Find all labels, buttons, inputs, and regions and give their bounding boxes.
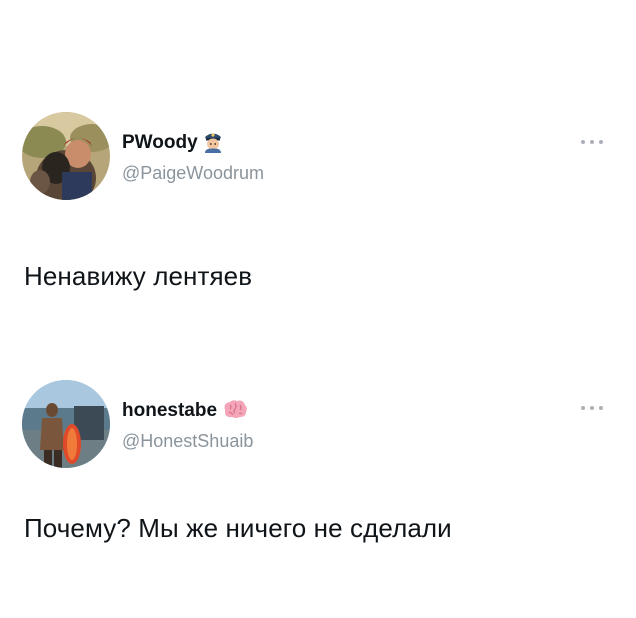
avatar[interactable] — [22, 112, 110, 200]
user-handle[interactable]: @PaigeWoodrum — [122, 163, 264, 184]
user-handle[interactable]: @HonestShuaib — [122, 431, 253, 452]
avatar[interactable] — [22, 380, 110, 468]
name-row: honestabe — [122, 398, 249, 424]
avatar-photo — [22, 112, 110, 200]
name-row: PWoody — [122, 130, 224, 156]
more-options-icon[interactable] — [581, 404, 603, 412]
tweet-text: Ненавижу лентяев — [24, 261, 253, 291]
brain-emoji-icon — [221, 398, 249, 425]
avatar-photo — [22, 380, 110, 468]
police-officer-emoji-icon — [202, 129, 224, 158]
tweet-text: Почему? Мы же ничего не сделали — [24, 513, 452, 543]
more-options-icon[interactable] — [581, 138, 603, 146]
display-name[interactable]: PWoody — [122, 132, 198, 154]
display-name[interactable]: honestabe — [122, 400, 217, 422]
